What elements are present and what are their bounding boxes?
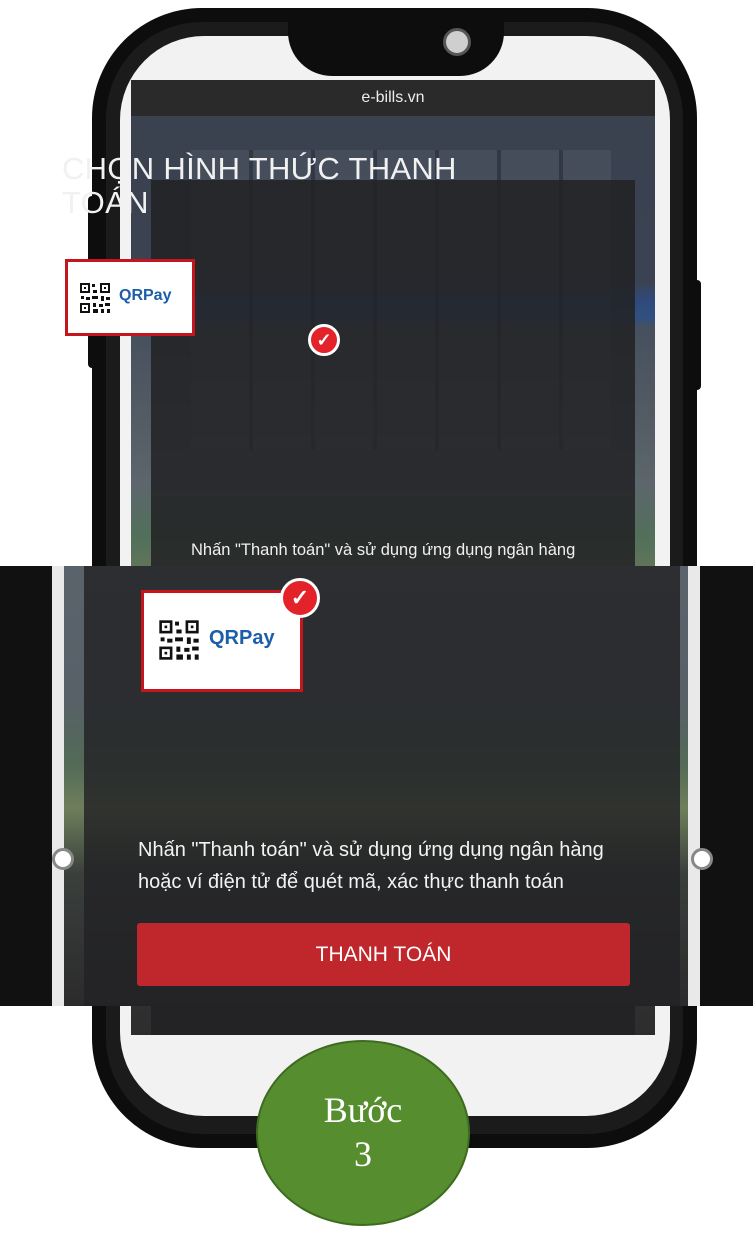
- check-circle-icon: ✓: [280, 578, 320, 618]
- payment-method-qrpay-zoomed[interactable]: QRPay: [141, 590, 303, 692]
- step-number: 3: [354, 1134, 372, 1174]
- power-button: [693, 280, 701, 390]
- qrpay-label: QRPay: [119, 287, 172, 304]
- resize-handle-left[interactable]: [52, 848, 74, 870]
- check-circle-icon: ✓: [308, 324, 340, 356]
- resize-handle-right[interactable]: [691, 848, 713, 870]
- instruction-line-1: Nhấn "Thanh toán" và sử dụng ứng dụng ng…: [191, 541, 576, 559]
- phone-notch: [288, 16, 504, 76]
- qrpay-label: QRPay: [209, 627, 275, 649]
- payment-method-qrpay[interactable]: QRPay: [65, 259, 195, 336]
- zoomed-glass-left: [52, 566, 64, 1006]
- pay-button[interactable]: THANH TOÁN: [137, 923, 630, 986]
- browser-url-bar[interactable]: e-bills.vn: [131, 80, 655, 116]
- step-word: Bước: [323, 1090, 403, 1130]
- zoomed-glass-right: [688, 566, 700, 1006]
- instruction-text-zoomed: Nhấn "Thanh toán" và sử dụng ứng dụng ng…: [138, 834, 698, 898]
- camera-icon: [443, 28, 471, 56]
- instruction-line-1: Nhấn "Thanh toán" và sử dụng ứng dụng ng…: [138, 839, 604, 861]
- instruction-text: Nhấn "Thanh toán" và sử dụng ứng dụng ng…: [191, 538, 631, 562]
- qr-code-icon: [79, 282, 111, 314]
- page-title: CHỌN HÌNH THỨC THANH TOÁN: [62, 151, 457, 220]
- instruction-line-2: hoặc ví điện tử để quét mã, xác thực tha…: [138, 871, 564, 893]
- step-badge: Bước 3: [256, 1040, 470, 1226]
- qr-code-icon: [158, 619, 200, 661]
